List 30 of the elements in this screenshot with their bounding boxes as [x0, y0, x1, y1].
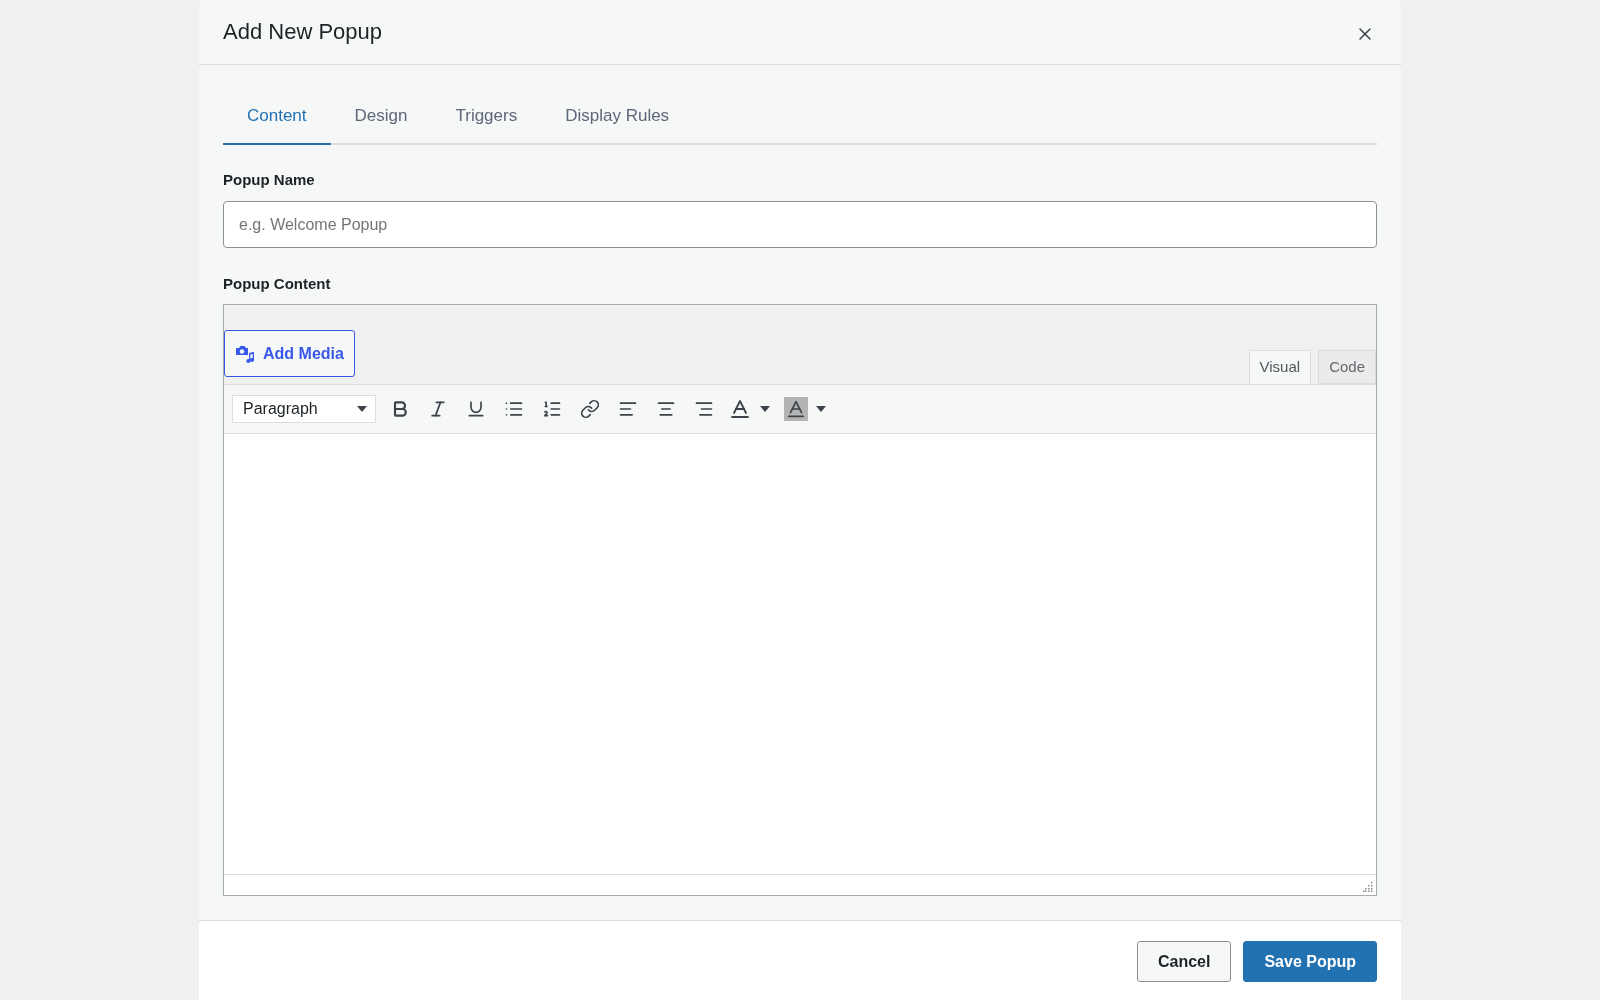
save-button[interactable]: Save Popup: [1243, 941, 1377, 982]
caret-icon: [760, 406, 770, 412]
text-color-icon: [728, 397, 752, 421]
popup-name-input[interactable]: e.g. Welcome Popup: [223, 201, 1377, 248]
bulleted-list-icon: [504, 399, 524, 419]
italic-icon: [428, 399, 448, 419]
align-left-icon: [618, 399, 638, 419]
add-media-button[interactable]: Add Media: [224, 330, 355, 377]
tab[interactable]: Content: [223, 89, 331, 145]
numbered-list-icon: [542, 399, 562, 419]
caret-icon: [357, 406, 367, 412]
highlight-color-button[interactable]: [784, 395, 826, 423]
link-icon: [580, 399, 600, 419]
cancel-button[interactable]: Cancel: [1136, 941, 1232, 982]
editor-mode-tab[interactable]: Visual: [1248, 350, 1312, 384]
editor-mode-tab[interactable]: Code: [1318, 350, 1376, 384]
field-label: Popup Name: [223, 170, 316, 190]
tab[interactable]: Triggers: [431, 89, 542, 145]
tab[interactable]: Design: [330, 89, 432, 145]
resize-grip-icon[interactable]: [1363, 882, 1373, 892]
field-label: Popup Content: [223, 274, 332, 294]
caret-icon: [816, 406, 826, 412]
align-center-icon: [656, 399, 676, 419]
tab[interactable]: Display Rules: [541, 89, 694, 145]
align-right-icon: [694, 399, 714, 419]
dialog-title: Add New Popup: [223, 18, 382, 46]
underline-icon: [466, 399, 486, 419]
format-select[interactable]: Paragraph: [232, 395, 376, 423]
camera-music-icon: [235, 343, 255, 364]
highlight-color-icon: [784, 397, 808, 421]
